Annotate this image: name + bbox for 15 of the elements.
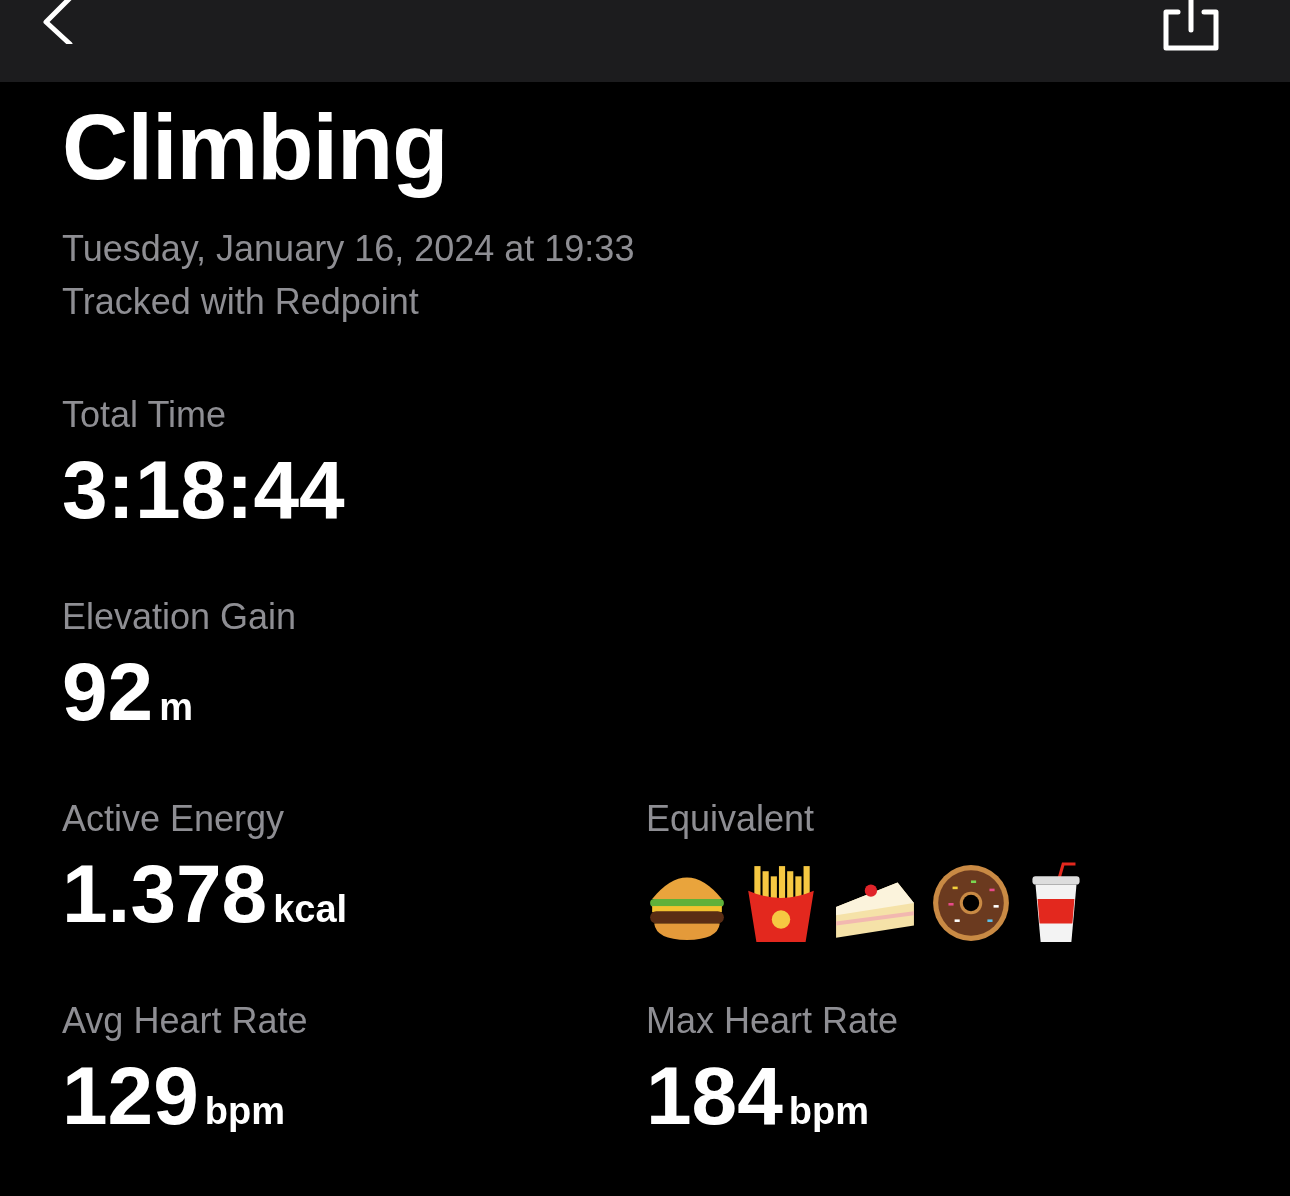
stat-label: Elevation Gain xyxy=(62,595,297,639)
workout-title: Climbing xyxy=(62,95,449,200)
stat-label: Equivalent xyxy=(646,797,815,841)
stat-value: 129 bpm xyxy=(62,1049,286,1143)
stat-value: 1.378 kcal xyxy=(62,847,348,941)
workout-subtitle: Tuesday, January 16, 2024 at 19:33 xyxy=(62,227,636,271)
stat-label: Avg Heart Rate xyxy=(62,999,308,1043)
stat-label: Max Heart Rate xyxy=(646,999,899,1043)
workout-subtitle: Tracked with Redpoint xyxy=(62,280,420,324)
donut-icon xyxy=(930,862,1012,944)
stat-value: 92 m xyxy=(62,645,193,739)
stat-value: 3:18:44 xyxy=(62,443,345,537)
stat-value: 184 bpm xyxy=(646,1049,870,1143)
stat-label: Active Energy xyxy=(62,797,285,841)
stat-label: Total Time xyxy=(62,393,227,437)
